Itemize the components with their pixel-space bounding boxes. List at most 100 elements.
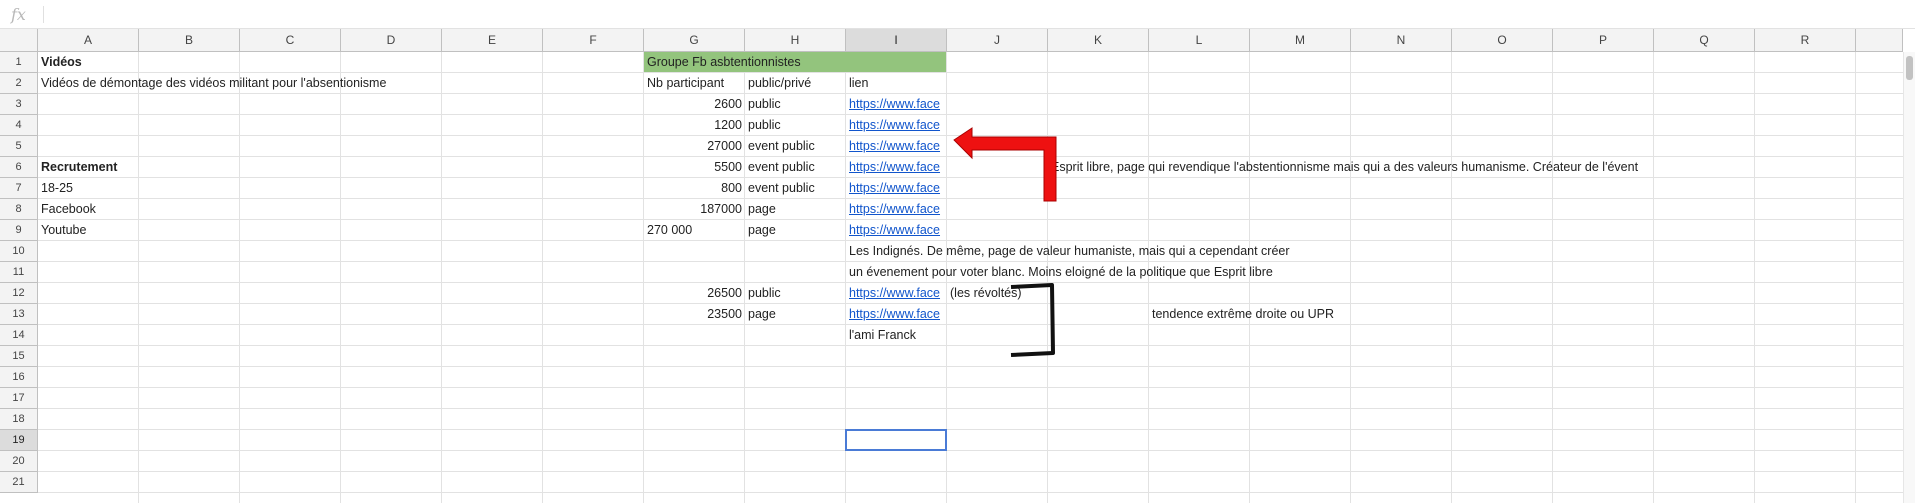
column-gridline [1855,52,1856,503]
row-gridline [38,219,1903,220]
formula-input[interactable] [50,4,1904,26]
cell-g2: Nb participant [647,76,725,90]
column-gridline [1653,52,1654,503]
cell-h8: page [748,202,776,216]
cell-a6: Recrutement [41,160,118,174]
cell-h7: event public [748,181,815,195]
row-gridline [38,345,1903,346]
cell-h5: event public [748,139,815,153]
cell-i14: l'ami Franck [849,328,916,342]
cell-i12[interactable]: https://www.face [846,283,947,304]
column-header-filler [1856,29,1903,52]
row-header-4[interactable]: 4 [0,115,38,136]
row-gridline [38,387,1903,388]
cell-i10: Les Indignés. De même, page de valeur hu… [849,244,1290,258]
column-header-a[interactable]: A [38,29,139,52]
row-gridline [38,471,1903,472]
column-header-i[interactable]: I [846,29,947,52]
column-header-g[interactable]: G [644,29,745,52]
row-header-1[interactable]: 1 [0,52,38,73]
column-header-m[interactable]: M [1250,29,1351,52]
cell-a9: Youtube [41,223,87,237]
column-header-d[interactable]: D [341,29,442,52]
column-header-j[interactable]: J [947,29,1048,52]
cell-g6: 5500 [714,160,742,174]
column-header-c[interactable]: C [240,29,341,52]
scrollbar-thumb[interactable] [1906,56,1913,80]
select-all-corner[interactable] [0,29,38,52]
cell-k6: Esprit libre, page qui revendique l'abst… [1051,160,1639,174]
selected-cell-outline[interactable] [845,429,947,451]
cell-g7: 800 [721,181,742,195]
row-header-11[interactable]: 11 [0,262,38,283]
cell-g13: 23500 [707,307,742,321]
column-header-n[interactable]: N [1351,29,1452,52]
row-gridline [38,324,1903,325]
row-header-18[interactable]: 18 [0,409,38,430]
cell-i6[interactable]: https://www.face [846,157,947,178]
row-gridline [38,450,1903,451]
red-arrow-shape [953,127,1057,202]
row-header-2[interactable]: 2 [0,73,38,94]
cell-g9: 270 000 [647,223,693,237]
formula-bar: fx [0,0,1915,29]
row-header-14[interactable]: 14 [0,325,38,346]
row-header-8[interactable]: 8 [0,199,38,220]
row-gridline [38,198,1903,199]
cell-i7[interactable]: https://www.face [846,178,947,199]
column-gridline [1552,52,1553,503]
row-header-15[interactable]: 15 [0,346,38,367]
column-header-p[interactable]: P [1553,29,1654,52]
row-header-20[interactable]: 20 [0,451,38,472]
row-header-9[interactable]: 9 [0,220,38,241]
row-header-13[interactable]: 13 [0,304,38,325]
row-header-7[interactable]: 7 [0,178,38,199]
row-header-16[interactable]: 16 [0,367,38,388]
row-header-5[interactable]: 5 [0,136,38,157]
cell-h3: public [748,97,781,111]
cell-h9: page [748,223,776,237]
cell-g12: 26500 [707,286,742,300]
row-header-21[interactable]: 21 [0,472,38,493]
row-header-12[interactable]: 12 [0,283,38,304]
row-header-3[interactable]: 3 [0,94,38,115]
row-gridline [38,114,1903,115]
column-header-q[interactable]: Q [1654,29,1755,52]
formula-bar-divider [43,6,44,23]
cell-h2: public/privé [748,76,812,90]
column-header-e[interactable]: E [442,29,543,52]
cell-l13: tendence extrême droite ou UPR [1152,307,1335,321]
cell-g8: 187000 [700,202,742,216]
column-header-h[interactable]: H [745,29,846,52]
cell-i11: un évenement pour voter blanc. Moins elo… [849,265,1273,279]
column-header-r[interactable]: R [1755,29,1856,52]
column-header-k[interactable]: K [1048,29,1149,52]
cell-i5[interactable]: https://www.face [846,136,947,157]
cell-i3[interactable]: https://www.face [846,94,947,115]
cell-j12: (les révoltés) [950,286,1022,300]
column-header-l[interactable]: L [1149,29,1250,52]
function-icon: fx [11,5,26,24]
cell-g5: 27000 [707,139,742,153]
vertical-scrollbar[interactable] [1903,52,1915,503]
row-header-6[interactable]: 6 [0,157,38,178]
row-gridline [38,408,1903,409]
column-header-f[interactable]: F [543,29,644,52]
column-header-b[interactable]: B [139,29,240,52]
cell-a7: 18-25 [41,181,73,195]
cell-i13[interactable]: https://www.face [846,304,947,325]
column-gridline [441,52,442,503]
column-header-o[interactable]: O [1452,29,1553,52]
row-header-19[interactable]: 19 [0,430,38,451]
column-gridline [239,52,240,503]
cell-g3: 2600 [714,97,742,111]
column-gridline [1754,52,1755,503]
row-header-17[interactable]: 17 [0,388,38,409]
cell-i4[interactable]: https://www.face [846,115,947,136]
column-gridline [542,52,543,503]
column-gridline [340,52,341,503]
cell-i9[interactable]: https://www.face [846,220,947,241]
cell-a8: Facebook [41,202,96,216]
cell-i8[interactable]: https://www.face [846,199,947,220]
row-header-10[interactable]: 10 [0,241,38,262]
